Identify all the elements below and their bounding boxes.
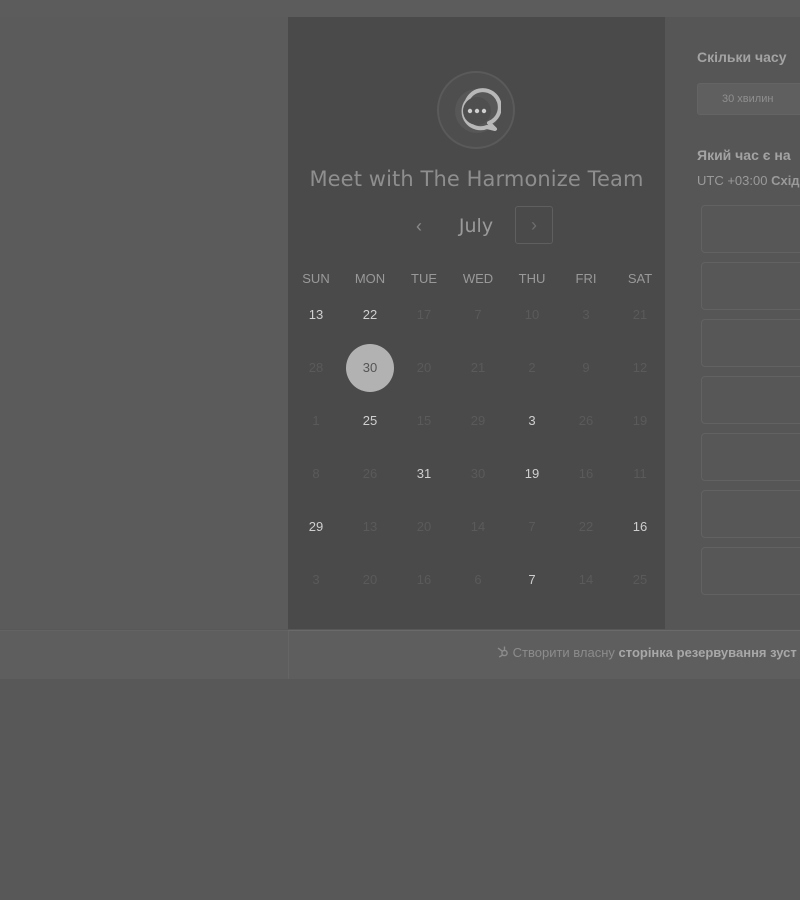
calendar-day: 14 [578,572,594,587]
calendar-day[interactable]: 16 [616,503,664,551]
calendar-day: 26 [578,413,594,428]
calendar-day[interactable]: 29 [292,503,340,551]
weekday-label: SUN [302,271,330,286]
calendar-day[interactable]: 25 [346,397,394,445]
calendar-day: 22 [578,519,594,534]
timezone-name: Схід [771,173,800,188]
calendar-day: 8 [312,466,320,481]
calendar-day: 2 [528,360,536,375]
calendar-day: 12 [632,360,648,375]
weekday-label: THU [518,271,546,286]
weekday-label: MON [354,271,386,286]
time-slot-button[interactable] [701,490,800,538]
calendar-day: 20 [416,519,432,534]
top-strip [0,0,800,17]
calendar-day: 16 [416,572,432,587]
calendar-day: 11 [633,466,647,481]
create-booking-page-link[interactable]: Створити власну сторінка резервування зу… [496,645,797,660]
prev-month-button[interactable]: ‹ [405,206,433,246]
calendar-day: 3 [312,572,320,587]
chat-bubble-icon [455,88,501,133]
meeting-title: Meet with The Harmonize Team [309,167,644,191]
weekday-label: TUE [411,271,437,286]
hubspot-sprocket-icon [497,646,508,658]
weekday-label: WED [462,271,494,286]
time-slot-button[interactable] [701,319,800,367]
calendar-day: 14 [470,519,486,534]
duration-option-button[interactable]: 30 хвилин [697,83,800,115]
calendar-day: 20 [362,572,378,587]
calendar-day: 16 [578,466,594,481]
month-label: July [458,215,494,237]
calendar-day: 28 [308,360,324,375]
time-slot-button[interactable] [701,433,800,481]
time-slot-button[interactable] [701,262,800,310]
duration-question: Скільки часу [697,49,787,65]
calendar-day[interactable]: 22 [346,291,394,339]
footer-prefix: Створити власну [512,645,615,660]
time-slot-button[interactable] [701,547,800,595]
timezone-offset: UTC +03:00 [697,173,768,188]
timezone-label[interactable]: UTC +03:00 Схід [697,173,800,188]
calendar-day: 26 [362,466,378,481]
calendar-day: 3 [582,307,590,322]
time-slot-button[interactable] [701,205,800,253]
weekday-header: SUN MON TUE WED THU FRI SAT [289,271,666,291]
calendar-day: 15 [416,413,432,428]
calendar-day[interactable]: 31 [400,450,448,498]
calendar-panel: Meet with The Harmonize Team ‹ July › SU… [288,17,665,629]
weekday-label: FRI [575,271,597,286]
calendar-day[interactable]: 3 [508,397,556,445]
calendar-day: 7 [474,307,482,322]
calendar-day: 10 [524,307,540,322]
calendar-day: 1 [312,413,320,428]
footer-band: Створити власну сторінка резервування зу… [288,630,800,679]
calendar-day: 25 [632,572,648,587]
calendar-day: 7 [528,519,536,534]
calendar-day-selected[interactable]: 30 [346,344,394,392]
booking-pane: Скільки часу 30 хвилин Який час є на UTC… [665,17,800,629]
time-slot-button[interactable] [701,376,800,424]
next-month-button[interactable]: › [515,206,553,244]
calendar-day[interactable]: 13 [292,291,340,339]
calendar-day: 9 [582,360,590,375]
calendar-day[interactable]: 7 [508,556,556,604]
calendar-day: 21 [470,360,486,375]
calendar-day: 20 [416,360,432,375]
left-backdrop [0,17,288,629]
calendar-day: 13 [362,519,378,534]
calendar-day: 17 [416,307,432,322]
weekday-label: SAT [627,271,653,286]
footer-band-left [0,630,288,679]
calendar-day: 19 [632,413,648,428]
calendar-day: 30 [470,466,486,481]
time-question: Який час є на [697,147,791,163]
calendar-day: 21 [632,307,648,322]
calendar-day[interactable]: 19 [508,450,556,498]
calendar-day: 6 [474,572,482,587]
footer-link-text: сторінка резервування зуст [618,645,797,660]
calendar-day: 29 [470,413,486,428]
